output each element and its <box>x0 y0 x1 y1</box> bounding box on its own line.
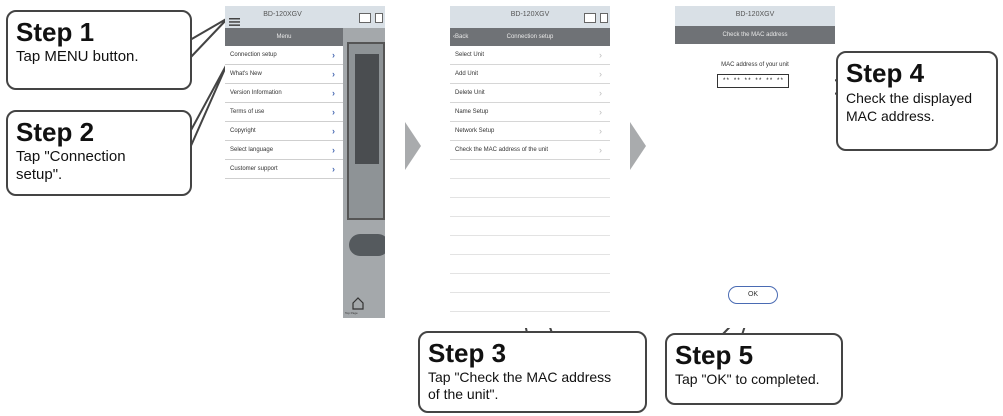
menu-item-label: What's New <box>230 71 262 77</box>
step-title: Step 4 <box>846 58 925 88</box>
chevron-right-icon: › <box>599 69 602 79</box>
empty-list-row <box>450 179 610 198</box>
status-bar: BD-120XGV <box>225 6 385 28</box>
list-item-label: Check the MAC address of the unit <box>455 147 549 153</box>
step-4-callout: Step 4 Check the displayed MAC address. <box>836 51 998 151</box>
empty-list-row <box>450 236 610 255</box>
chevron-right-icon: › <box>332 107 335 117</box>
chevron-right-icon: › <box>599 145 602 155</box>
menu-item-label: Select language <box>230 147 274 153</box>
device-name: BD-120XGV <box>263 11 302 18</box>
battery-icon <box>375 13 383 23</box>
mac-address-value: ** ** ** ** ** ** <box>717 74 789 88</box>
empty-list-row <box>450 217 610 236</box>
background-screen <box>355 54 379 164</box>
menu-title: Menu <box>276 34 292 40</box>
step-2-callout: Step 2 Tap "Connection setup". <box>6 110 192 196</box>
chevron-right-icon: › <box>332 50 335 60</box>
home-icon[interactable] <box>351 296 365 310</box>
empty-list-row <box>450 312 610 328</box>
nav-title: Check the MAC address <box>722 32 788 38</box>
menu-item-terms-of-use[interactable]: Terms of use › <box>225 103 343 122</box>
menu-item-connection-setup[interactable]: Connection setup › <box>225 46 343 65</box>
menu-item-label: Customer support <box>230 166 278 172</box>
menu-item-label: Connection setup <box>230 52 277 58</box>
list-item-check-mac-address[interactable]: Check the MAC address of the unit › <box>450 141 610 160</box>
battery-icon <box>600 13 608 23</box>
chevron-right-icon: › <box>332 69 335 79</box>
ok-button[interactable]: OK <box>728 286 778 304</box>
empty-list-row <box>450 255 610 274</box>
menu-item-whats-new[interactable]: What's New › <box>225 65 343 84</box>
step-description: Check the displayed MAC address. <box>846 90 973 124</box>
chevron-right-icon: › <box>599 50 602 60</box>
menu-header: Menu <box>225 28 343 46</box>
empty-list-row <box>450 160 610 179</box>
list-item-network-setup[interactable]: Network Setup › <box>450 122 610 141</box>
device-name: BD-120XGV <box>735 11 775 18</box>
step-title: Step 3 <box>428 338 507 368</box>
step-description: Tap MENU button. <box>16 48 139 65</box>
menu-item-copyright[interactable]: Copyright › <box>225 122 343 141</box>
chevron-right-icon: › <box>332 126 335 136</box>
step-description: Tap "Check the MAC address of the unit". <box>428 369 612 402</box>
step-title: Step 5 <box>675 340 754 370</box>
list-item-label: Add Unit <box>455 71 479 77</box>
screen-mirror-icon[interactable] <box>584 13 596 23</box>
step-title: Step 2 <box>16 117 95 147</box>
background-app-panel: Top Page <box>343 28 385 318</box>
chevron-right-icon: › <box>599 126 602 136</box>
background-frame <box>347 42 385 220</box>
nav-bar: Check the MAC address <box>675 26 835 44</box>
phone-screen-connection-setup: BD-120XGV ‹Back Connection setup Select … <box>450 6 610 328</box>
side-menu: Menu Connection setup › What's New › Versi… <box>225 28 343 318</box>
list-item-select-unit[interactable]: Select Unit › <box>450 46 610 65</box>
menu-item-label: Version Information <box>230 90 282 96</box>
list-item-add-unit[interactable]: Add Unit › <box>450 65 610 84</box>
list-item-label: Name Setup <box>455 109 489 115</box>
status-bar: BD-120XGV <box>450 6 610 28</box>
chevron-right-icon: › <box>332 88 335 98</box>
empty-list-row <box>450 293 610 312</box>
chevron-right-icon: › <box>332 145 335 155</box>
list-item-label: Network Setup <box>455 128 495 134</box>
screen-mirror-icon[interactable] <box>359 13 371 23</box>
menu-item-select-language[interactable]: Select language › <box>225 141 343 160</box>
step-description: Tap "Connection setup". <box>16 148 126 183</box>
menu-item-customer-support[interactable]: Customer support › <box>225 160 343 179</box>
menu-item-label: Terms of use <box>230 109 265 115</box>
home-label: Top Page <box>345 311 358 315</box>
nav-bar: ‹Back Connection setup <box>450 28 610 46</box>
next-step-arrow <box>630 122 646 170</box>
phone-screen-check-mac: BD-120XGV Check the MAC address MAC addr… <box>675 6 835 328</box>
menu-item-version-information[interactable]: Version Information › <box>225 84 343 103</box>
nav-title: Connection setup <box>506 34 554 40</box>
background-button <box>349 234 385 256</box>
chevron-right-icon: › <box>332 164 335 174</box>
step-3-callout: Step 3 Tap "Check the MAC address of the… <box>418 331 647 413</box>
step-5-callout: Step 5 Tap "OK" to completed. <box>665 333 843 405</box>
chevron-right-icon: › <box>599 107 602 117</box>
list-item-name-setup[interactable]: Name Setup › <box>450 103 610 122</box>
phone-screen-menu: BD-120XGV Top Page Menu Connection setup… <box>225 6 385 318</box>
list-item-delete-unit[interactable]: Delete Unit › <box>450 84 610 103</box>
status-bar: BD-120XGV <box>675 6 835 26</box>
mac-address-label: MAC address of your unit <box>721 62 789 68</box>
next-step-arrow <box>405 122 421 170</box>
chevron-right-icon: › <box>599 88 602 98</box>
empty-list-row <box>450 274 610 293</box>
list-item-label: Select Unit <box>455 52 485 58</box>
empty-list-row <box>450 198 610 217</box>
step-1-callout: Step 1 Tap MENU button. <box>6 10 192 90</box>
step-description: Tap "OK" to completed. <box>675 371 820 387</box>
menu-item-label: Copyright <box>230 128 256 134</box>
step-title: Step 1 <box>16 17 95 47</box>
list-item-label: Delete Unit <box>455 90 485 96</box>
